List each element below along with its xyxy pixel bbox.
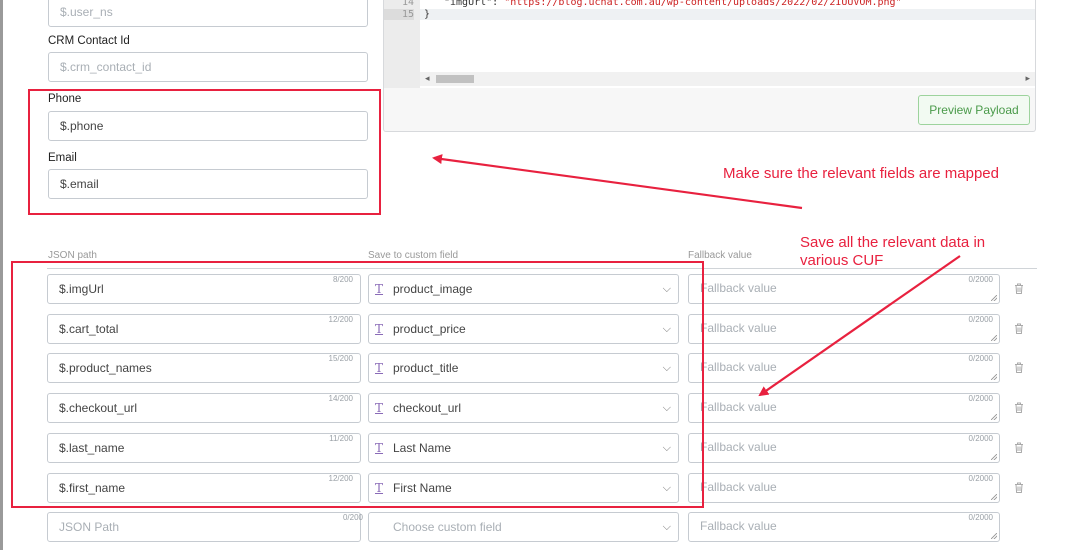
arrow-to-fallback-fields [758,255,961,397]
annotation-arrows [432,154,961,397]
arrow-to-contact-fields [432,154,803,210]
